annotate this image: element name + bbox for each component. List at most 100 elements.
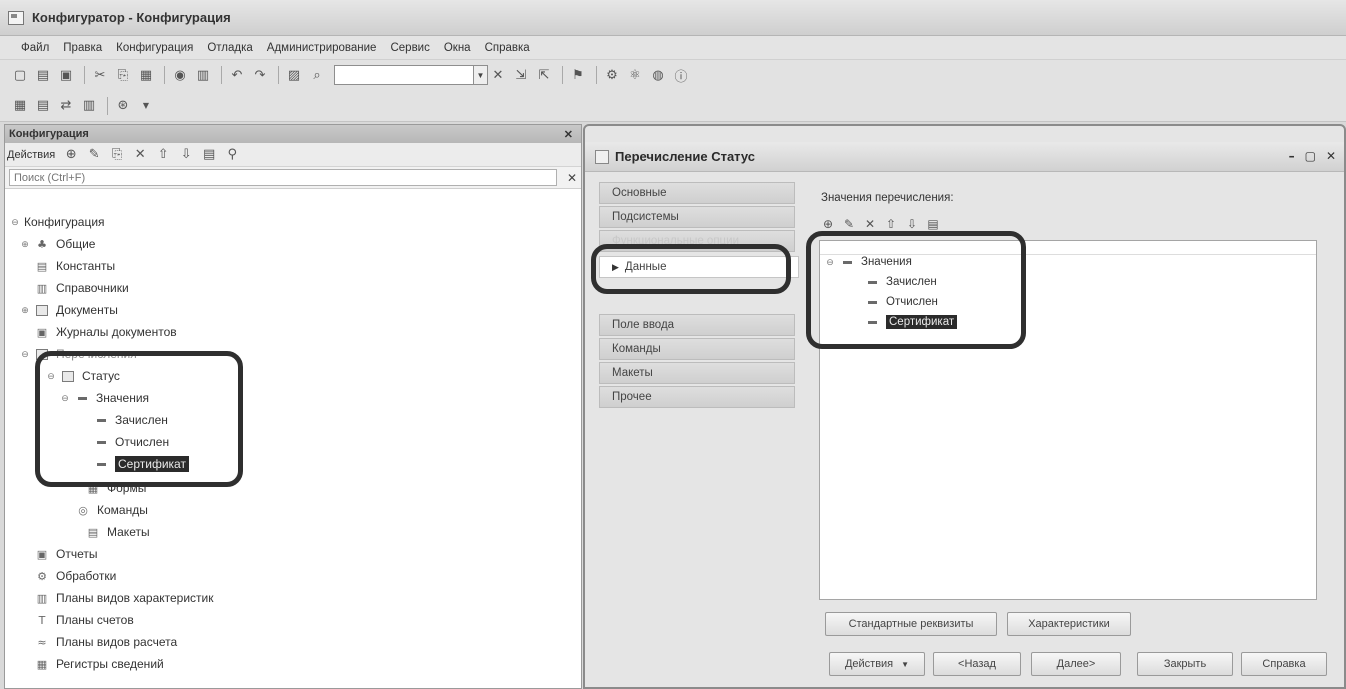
find-next-icon[interactable]: ⇲ xyxy=(511,65,531,85)
replace-icon[interactable]: ▥ xyxy=(193,65,213,85)
toolbar-separator xyxy=(107,96,108,115)
standard-attributes-button[interactable]: Стандартные реквизиты xyxy=(825,612,997,636)
bookmark-icon[interactable]: ⚑ xyxy=(568,65,588,85)
menu-windows[interactable]: Окна xyxy=(437,42,478,54)
configuration-panel: Конфигурация ✕ Действия ⊕ ✎ ⎘ ✕ ⇧ ⇩ ▤ ⚲ … xyxy=(4,124,582,689)
copy-icon[interactable]: ⎘ xyxy=(113,65,133,85)
tree-node-accounts[interactable]: Т Планы счетов xyxy=(34,609,134,631)
filter-icon[interactable]: ⚲ xyxy=(222,145,242,165)
save-icon[interactable]: ▣ xyxy=(56,65,76,85)
annotation-highlight xyxy=(591,244,791,294)
tab-input-field[interactable]: Поле ввода xyxy=(599,314,795,336)
menu-file[interactable]: Файл xyxy=(14,42,56,54)
redo-icon[interactable]: ↷ xyxy=(250,65,270,85)
tree-node-constants[interactable]: ▤ Константы xyxy=(34,255,115,277)
constants-icon: ▤ xyxy=(36,259,48,273)
tree-node-reports[interactable]: ▣ Отчеты xyxy=(34,543,98,565)
add-icon[interactable]: ⊕ xyxy=(61,145,81,165)
tree-node-doc-journals[interactable]: ▣ Журналы документов xyxy=(34,321,177,343)
menu-help[interactable]: Справка xyxy=(478,42,537,54)
main-titlebar: Конфигуратор - Конфигурация xyxy=(0,0,1346,36)
toolbar-separator xyxy=(164,66,165,84)
menu-administration[interactable]: Администрирование xyxy=(260,42,384,54)
journal-icon: ▣ xyxy=(36,325,48,339)
reports-icon: ▣ xyxy=(36,547,48,561)
collapse-icon[interactable]: ⊖ xyxy=(9,217,21,228)
expand-icon[interactable]: ⊕ xyxy=(19,239,31,250)
tree-search-input[interactable] xyxy=(9,169,557,186)
tree-node-common[interactable]: ⊕ ♣ Общие xyxy=(19,233,95,255)
tree-node-catalogs[interactable]: ▥ Справочники xyxy=(34,277,129,299)
run-icon[interactable]: ◍ xyxy=(648,65,668,85)
sort-icon[interactable]: ▤ xyxy=(199,145,219,165)
config-toolbar: ▦ ▤ ⇄ ▥ ⊛ ▼ xyxy=(0,90,1346,122)
delete-icon[interactable]: ✕ xyxy=(130,145,150,165)
dialog-titlebar: Перечисление Статус – ▢ ✕ xyxy=(585,142,1344,172)
tree-node-calc-types[interactable]: ≈ Планы видов расчета xyxy=(34,631,177,653)
paste-icon[interactable]: ▦ xyxy=(136,65,156,85)
table-icon[interactable]: ▥ xyxy=(79,96,99,116)
start-debug-icon[interactable]: ⊛ xyxy=(113,96,133,116)
expand-icon[interactable]: ⊕ xyxy=(19,305,31,316)
enum-icon xyxy=(595,149,609,164)
edit-icon[interactable]: ✎ xyxy=(84,145,104,165)
tree-node-templates[interactable]: ▤ Макеты xyxy=(85,521,150,543)
config-tree-icon[interactable]: ▦ xyxy=(10,96,30,116)
chevron-down-icon[interactable]: ▼ xyxy=(474,65,488,85)
help-button[interactable]: Справка xyxy=(1241,652,1327,676)
processor-icon: ⚙ xyxy=(37,569,47,583)
toolbar-search-input[interactable] xyxy=(334,65,474,85)
open-icon[interactable]: ▤ xyxy=(33,65,53,85)
document-icon xyxy=(34,303,50,317)
move-up-icon[interactable]: ⇧ xyxy=(153,145,173,165)
close-icon[interactable]: ✕ xyxy=(564,128,573,141)
search-doc-icon[interactable]: ▨ xyxy=(284,65,304,85)
chevron-down-icon[interactable]: ▼ xyxy=(136,96,156,116)
maximize-icon[interactable]: ▢ xyxy=(1305,149,1316,163)
find-prev-icon[interactable]: ⇱ xyxy=(534,65,554,85)
info-icon[interactable]: ⓘ xyxy=(671,65,691,85)
move-down-icon[interactable]: ⇩ xyxy=(176,145,196,165)
close-icon[interactable]: ✕ xyxy=(1326,149,1336,163)
undo-icon[interactable]: ↶ xyxy=(227,65,247,85)
debug-icon[interactable]: ⚛ xyxy=(625,65,645,85)
back-button[interactable]: <Назад xyxy=(933,652,1021,676)
tab-subsystems[interactable]: Подсистемы xyxy=(599,206,795,228)
register-icon: ▦ xyxy=(36,657,48,671)
tab-templates[interactable]: Макеты xyxy=(599,362,795,384)
characteristics-button[interactable]: Характеристики xyxy=(1007,612,1131,636)
tree-node-documents[interactable]: ⊕ Документы xyxy=(19,299,118,321)
syntax-helper-icon[interactable]: ⚙ xyxy=(602,65,622,85)
actions-menu-button[interactable]: Действия xyxy=(7,149,55,161)
annotation-highlight xyxy=(35,351,243,487)
menu-configuration[interactable]: Конфигурация xyxy=(109,42,200,54)
close-search-icon[interactable]: ✕ xyxy=(488,65,508,85)
database-icon[interactable]: ▤ xyxy=(33,96,53,116)
actions-button[interactable]: Действия ▼ xyxy=(829,652,925,676)
tree-node-commands[interactable]: ◎ Команды xyxy=(75,499,148,521)
find-icon[interactable]: ◉ xyxy=(170,65,190,85)
enum-values-list[interactable]: ⊖ Значения Зачислен Отчислен Сертификат xyxy=(806,231,1317,600)
tree-node-processors[interactable]: ⚙ Обработки xyxy=(34,565,116,587)
compare-icon[interactable]: ⇄ xyxy=(56,96,76,116)
menu-edit[interactable]: Правка xyxy=(56,42,109,54)
next-button[interactable]: Далее> xyxy=(1031,652,1121,676)
templates-icon: ▤ xyxy=(87,525,99,539)
close-button[interactable]: Закрыть xyxy=(1137,652,1233,676)
tab-commands[interactable]: Команды xyxy=(599,338,795,360)
new-icon[interactable]: ▢ xyxy=(10,65,30,85)
standard-toolbar: ▢ ▤ ▣ ✂ ⎘ ▦ ◉ ▥ ↶ ↷ ▨ ⌕ ▼ ✕ ⇲ ⇱ ⚑ ⚙ ⚛ ◍ … xyxy=(0,60,1346,90)
search-icon[interactable]: ⌕ xyxy=(307,65,327,85)
tree-node-info-registers[interactable]: ▦ Регистры сведений xyxy=(34,653,164,675)
menu-debug[interactable]: Отладка xyxy=(200,42,259,54)
menu-service[interactable]: Сервис xyxy=(383,42,436,54)
copy-item-icon[interactable]: ⎘ xyxy=(107,145,127,165)
tab-other[interactable]: Прочее xyxy=(599,386,795,408)
minimize-icon[interactable]: – xyxy=(1289,149,1295,163)
collapse-icon[interactable]: ⊖ xyxy=(19,349,31,360)
clear-search-icon[interactable]: ✕ xyxy=(567,171,577,185)
cut-icon[interactable]: ✂ xyxy=(90,65,110,85)
tree-node-root[interactable]: ⊖ Конфигурация xyxy=(9,211,104,233)
tree-node-pvh[interactable]: ▥ Планы видов характеристик xyxy=(34,587,214,609)
tab-main[interactable]: Основные xyxy=(599,182,795,204)
